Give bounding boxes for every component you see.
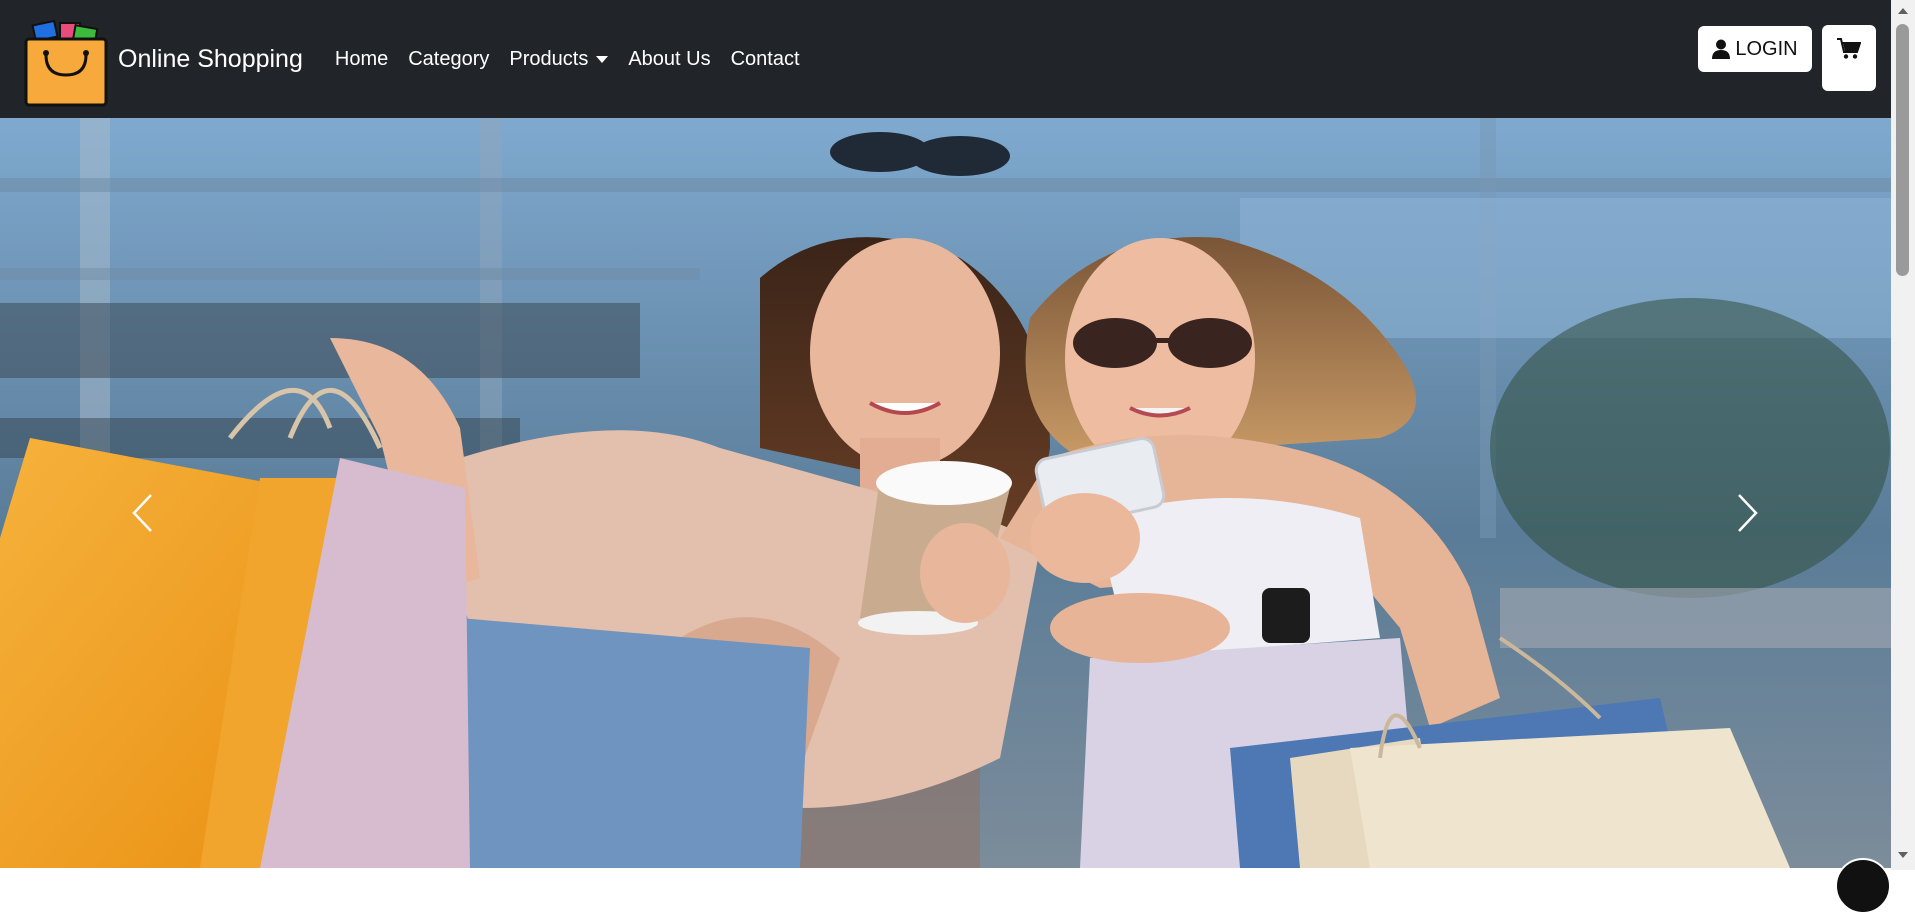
chevron-right-icon bbox=[1738, 494, 1758, 532]
scroll-down-arrow-icon[interactable] bbox=[1898, 852, 1908, 858]
scrollbar-thumb[interactable] bbox=[1896, 24, 1909, 276]
nav-category[interactable]: Category bbox=[398, 48, 499, 71]
shopping-bag-icon bbox=[24, 19, 108, 107]
vertical-scrollbar[interactable] bbox=[1891, 0, 1915, 870]
login-button[interactable]: LOGIN bbox=[1698, 26, 1812, 72]
carousel-next-button[interactable] bbox=[1718, 473, 1778, 553]
nav-products-label: Products bbox=[509, 47, 589, 70]
brand-link[interactable]: Online Shopping bbox=[22, 9, 303, 109]
chevron-left-icon bbox=[132, 494, 152, 532]
nav-home[interactable]: Home bbox=[325, 48, 398, 71]
user-icon bbox=[1712, 39, 1731, 59]
nav-about-us[interactable]: About Us bbox=[618, 48, 720, 71]
cart-button[interactable] bbox=[1822, 25, 1876, 91]
login-label: LOGIN bbox=[1735, 37, 1798, 60]
floating-chat-button[interactable] bbox=[1835, 858, 1891, 914]
scroll-up-arrow-icon[interactable] bbox=[1898, 8, 1908, 14]
brand-name: Online Shopping bbox=[118, 44, 303, 73]
carousel-prev-button[interactable] bbox=[112, 473, 172, 553]
nav-contact[interactable]: Contact bbox=[721, 48, 810, 71]
caret-down-icon bbox=[596, 55, 609, 63]
main-nav: Home Category Products About Us Contact bbox=[325, 48, 810, 71]
cart-icon bbox=[1837, 38, 1861, 59]
hero-image bbox=[0, 118, 1891, 868]
hero-carousel bbox=[0, 118, 1891, 868]
nav-products-dropdown[interactable]: Products bbox=[499, 48, 618, 71]
navbar: Online Shopping Home Category Products A… bbox=[0, 0, 1891, 118]
